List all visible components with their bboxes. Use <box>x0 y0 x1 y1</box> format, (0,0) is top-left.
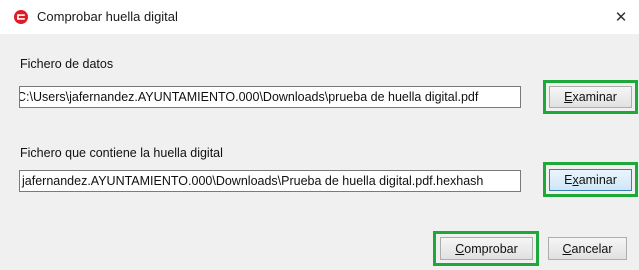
data-file-browse-button[interactable]: Examinar <box>549 86 632 108</box>
close-button[interactable]: ✕ <box>603 0 639 34</box>
hash-file-label: Fichero que contiene la huella digital <box>20 146 223 160</box>
window-title: Comprobar huella digital <box>37 9 178 24</box>
dialog-body: Fichero de datos C:\Users\jafernandez.AY… <box>0 34 639 270</box>
hash-file-input[interactable]: jafernandez.AYUNTAMIENTO.000\Downloads\P… <box>19 170 521 192</box>
data-file-value: C:\Users\jafernandez.AYUNTAMIENTO.000\Do… <box>19 90 479 104</box>
hash-browse-label-pre: E <box>564 173 573 187</box>
title-bar: Comprobar huella digital ✕ <box>0 0 639 34</box>
data-browse-label-rest: xaminar <box>572 90 617 104</box>
close-icon: ✕ <box>614 9 628 26</box>
data-browse-mnemonic: E <box>564 90 573 104</box>
cancel-label-rest: ancelar <box>571 241 613 256</box>
hash-file-browse-button[interactable]: Ex aminar <box>549 169 632 191</box>
data-file-input[interactable]: C:\Users\jafernandez.AYUNTAMIENTO.000\Do… <box>19 86 521 108</box>
hash-browse-label-rest: aminar <box>578 173 617 187</box>
cancel-button[interactable]: Cancelar <box>548 237 627 260</box>
check-fingerprint-dialog: Comprobar huella digital ✕ Fichero de da… <box>0 0 639 270</box>
app-logo-icon <box>14 10 28 24</box>
verify-mnemonic: C <box>455 241 465 256</box>
cancel-mnemonic: C <box>562 241 572 256</box>
data-file-label: Fichero de datos <box>20 57 114 71</box>
verify-label-rest: omprobar <box>464 241 518 256</box>
hash-file-value: jafernandez.AYUNTAMIENTO.000\Downloads\P… <box>22 174 484 188</box>
verify-button[interactable]: Comprobar <box>440 237 533 260</box>
